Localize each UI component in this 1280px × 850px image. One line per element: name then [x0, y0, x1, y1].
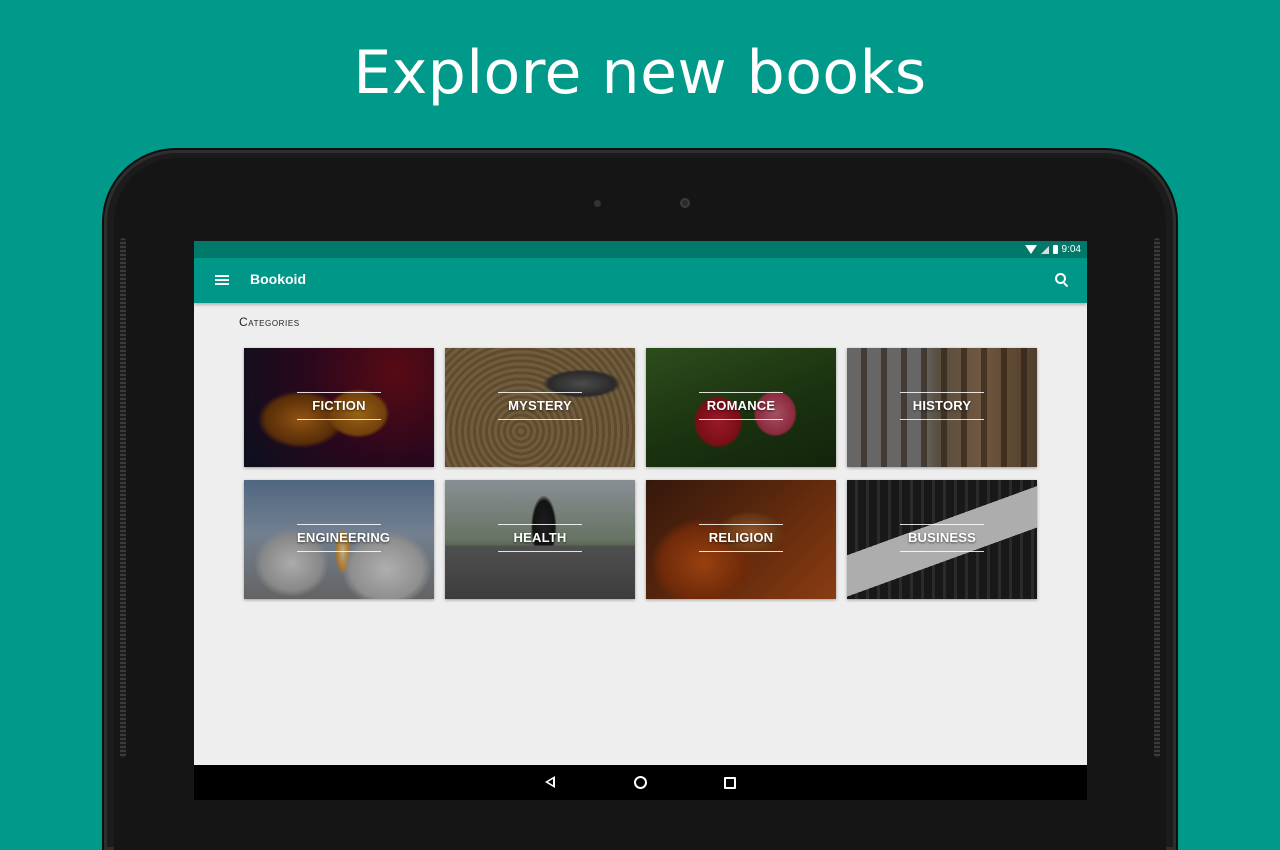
category-label: BUSINESS [907, 530, 977, 545]
category-card-business[interactable]: BUSINESS [847, 480, 1037, 599]
category-card-health[interactable]: HEALTH [445, 480, 635, 599]
sensor-dot [594, 200, 601, 207]
speaker-grille-right [1154, 238, 1160, 758]
tablet-screen: 9:04 Bookoid Categories FICTION MYSTERY … [194, 241, 1087, 800]
category-card-fiction[interactable]: FICTION [244, 348, 434, 467]
status-bar: 9:04 [194, 241, 1087, 258]
category-card-romance[interactable]: ROMANCE [646, 348, 836, 467]
promo-headline: Explore new books [353, 38, 927, 108]
front-camera [680, 198, 690, 208]
recents-icon[interactable] [724, 777, 736, 789]
category-label: FICTION [312, 398, 366, 413]
status-icons: 9:04 [1024, 243, 1081, 256]
category-label: MYSTERY [508, 398, 572, 413]
section-title-categories: Categories [239, 315, 300, 329]
category-label: HISTORY [912, 398, 972, 413]
category-card-history[interactable]: HISTORY [847, 348, 1037, 467]
category-grid: FICTION MYSTERY ROMANCE HISTORY ENGINEER… [244, 348, 1038, 599]
category-label: RELIGION [708, 530, 774, 545]
home-icon[interactable] [634, 776, 647, 789]
back-icon[interactable] [545, 776, 555, 788]
category-label: HEALTH [513, 530, 567, 545]
battery-icon [1052, 245, 1058, 254]
app-bar: Bookoid [194, 258, 1087, 303]
category-card-engineering[interactable]: ENGINEERING [244, 480, 434, 599]
category-card-religion[interactable]: RELIGION [646, 480, 836, 599]
wifi-icon [1024, 245, 1037, 254]
system-nav-bar [194, 765, 1087, 800]
menu-icon[interactable] [215, 275, 229, 285]
speaker-grille-left [120, 238, 126, 758]
category-label: ENGINEERING [297, 530, 391, 545]
cell-signal-icon [1040, 245, 1049, 254]
category-label: ROMANCE [706, 398, 776, 413]
app-title: Bookoid [250, 271, 306, 287]
status-time: 9:04 [1061, 244, 1081, 255]
search-icon[interactable] [1055, 273, 1069, 288]
category-card-mystery[interactable]: MYSTERY [445, 348, 635, 467]
